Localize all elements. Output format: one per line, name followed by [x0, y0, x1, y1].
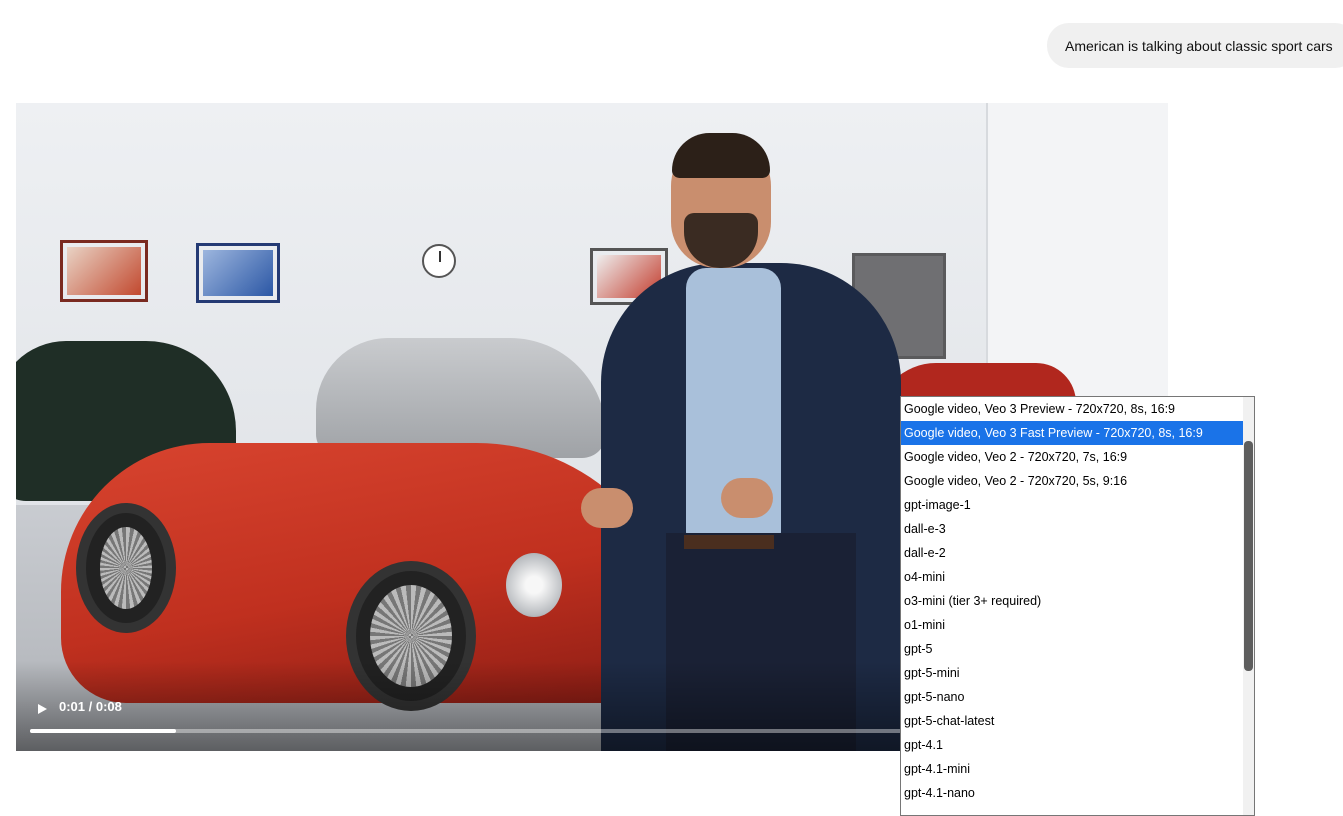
dropdown-scrollbar[interactable]: [1243, 397, 1254, 815]
presenter-belt: [684, 535, 774, 549]
car-headlight: [506, 553, 562, 617]
model-option[interactable]: gpt-5-nano: [901, 685, 1243, 709]
video-progress-fill: [30, 729, 177, 733]
model-options-list: Google video, Veo 3 Preview - 720x720, 8…: [901, 397, 1243, 805]
model-option[interactable]: o3-mini (tier 3+ required): [901, 589, 1243, 613]
model-option[interactable]: gpt-4.1-nano: [901, 781, 1243, 805]
model-option[interactable]: dall-e-2: [901, 541, 1243, 565]
wall-clock: [422, 244, 456, 278]
dropdown-scrollbar-thumb[interactable]: [1244, 441, 1253, 671]
model-option[interactable]: gpt-5: [901, 637, 1243, 661]
model-option[interactable]: gpt-image-1: [901, 493, 1243, 517]
model-option[interactable]: gpt-4.1-mini: [901, 757, 1243, 781]
presenter-hand: [581, 488, 633, 528]
car-wheel: [76, 503, 176, 633]
model-option[interactable]: Google video, Veo 3 Fast Preview - 720x7…: [901, 421, 1243, 445]
user-message-bubble: American is talking about classic sport …: [1047, 23, 1343, 68]
presenter-hand: [721, 478, 773, 518]
presenter-hair: [672, 133, 770, 178]
wall-picture: [196, 243, 280, 303]
silver-car: [316, 338, 606, 458]
wall-picture: [60, 240, 148, 302]
model-option[interactable]: dall-e-3: [901, 517, 1243, 541]
model-select-dropdown[interactable]: Google video, Veo 3 Preview - 720x720, 8…: [900, 396, 1255, 816]
model-option[interactable]: gpt-4.1: [901, 733, 1243, 757]
model-option[interactable]: o1-mini: [901, 613, 1243, 637]
play-icon: [38, 704, 47, 714]
play-button[interactable]: [32, 699, 52, 719]
model-option[interactable]: o4-mini: [901, 565, 1243, 589]
model-option[interactable]: Google video, Veo 2 - 720x720, 7s, 16:9: [901, 445, 1243, 469]
user-message-text: American is talking about classic sport …: [1065, 37, 1333, 54]
model-option[interactable]: Google video, Veo 2 - 720x720, 5s, 9:16: [901, 469, 1243, 493]
model-option[interactable]: gpt-5-mini: [901, 661, 1243, 685]
video-time: 0:01 / 0:08: [59, 699, 122, 714]
model-option[interactable]: Google video, Veo 3 Preview - 720x720, 8…: [901, 397, 1243, 421]
model-option[interactable]: gpt-5-chat-latest: [901, 709, 1243, 733]
